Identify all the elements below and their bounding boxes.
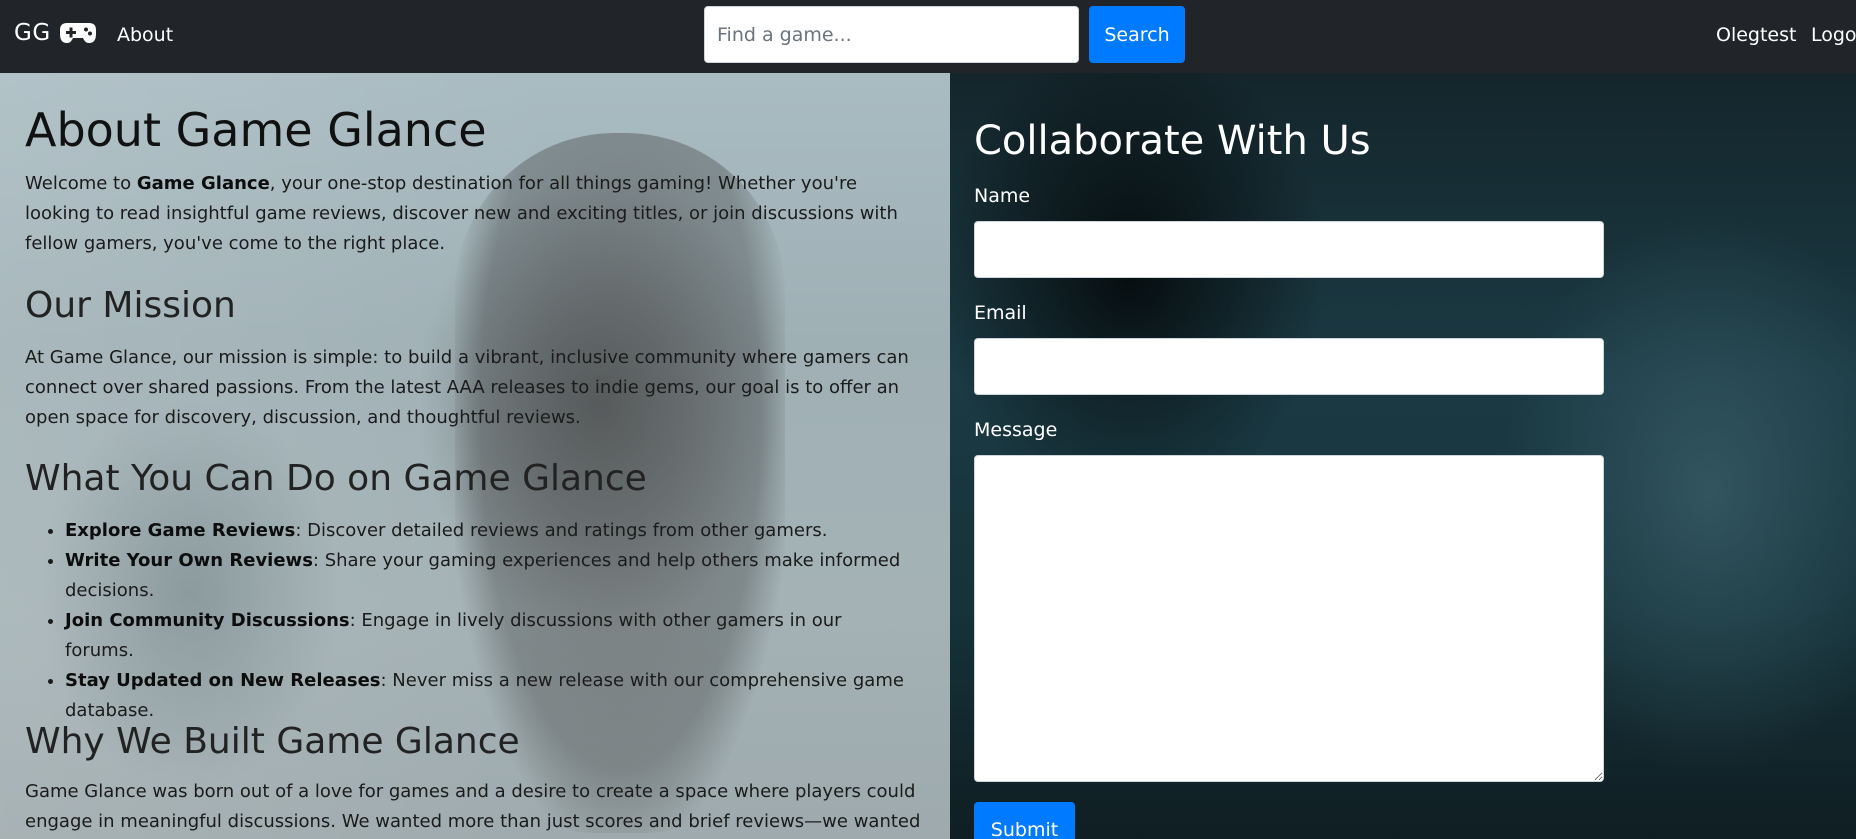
brand-logo[interactable]: GG	[14, 20, 97, 46]
feature-item: Stay Updated on New Releases: Never miss…	[65, 666, 905, 726]
message-label: Message	[974, 419, 1058, 441]
feature-name: Explore Game Reviews	[65, 520, 296, 541]
welcome-paragraph: Welcome to Game Glance, your one-stop de…	[25, 169, 915, 259]
feature-item: Explore Game Reviews: Discover detailed …	[65, 516, 905, 546]
nav-username-link[interactable]: Olegtest	[1716, 24, 1796, 46]
nav-about-link[interactable]: About	[117, 24, 173, 46]
brand-text: GG	[14, 20, 51, 46]
feature-name: Stay Updated on New Releases	[65, 670, 381, 691]
name-label: Name	[974, 185, 1031, 207]
feature-item: Join Community Discussions: Engage in li…	[65, 606, 905, 666]
features-title: What You Can Do on Game Glance	[25, 458, 647, 499]
about-title: About Game Glance	[25, 103, 487, 157]
feature-item: Write Your Own Reviews: Share your gamin…	[65, 546, 905, 606]
navbar: GG About Search Olegtest Logout	[0, 0, 1856, 73]
mission-paragraph: At Game Glance, our mission is simple: t…	[25, 347, 909, 428]
email-field[interactable]	[974, 338, 1604, 395]
collaborate-section: Collaborate With Us Name Email Message S…	[950, 73, 1856, 839]
feature-name: Write Your Own Reviews	[65, 550, 313, 571]
search-button[interactable]: Search	[1089, 6, 1185, 63]
message-textarea[interactable]	[974, 455, 1604, 782]
welcome-text-start: Welcome to	[25, 173, 137, 194]
feature-description: : Discover detailed reviews and ratings …	[295, 520, 828, 541]
name-field[interactable]	[974, 221, 1604, 278]
why-title: Why We Built Game Glance	[25, 721, 520, 762]
gamepad-icon	[59, 22, 97, 44]
features-list: Explore Game Reviews: Discover detailed …	[25, 516, 905, 726]
search-input[interactable]	[704, 6, 1079, 63]
welcome-brand-name: Game Glance	[136, 173, 270, 194]
about-section: About Game Glance Welcome to Game Glance…	[0, 73, 950, 839]
feature-name: Join Community Discussions	[65, 610, 350, 631]
why-paragraph: Game Glance was born out of a love for g…	[25, 781, 921, 832]
mission-title: Our Mission	[25, 285, 236, 326]
nav-logout-link[interactable]: Logout	[1811, 24, 1856, 46]
email-label: Email	[974, 302, 1027, 324]
collaborate-title: Collaborate With Us	[974, 118, 1371, 164]
submit-button[interactable]: Submit	[974, 802, 1075, 839]
